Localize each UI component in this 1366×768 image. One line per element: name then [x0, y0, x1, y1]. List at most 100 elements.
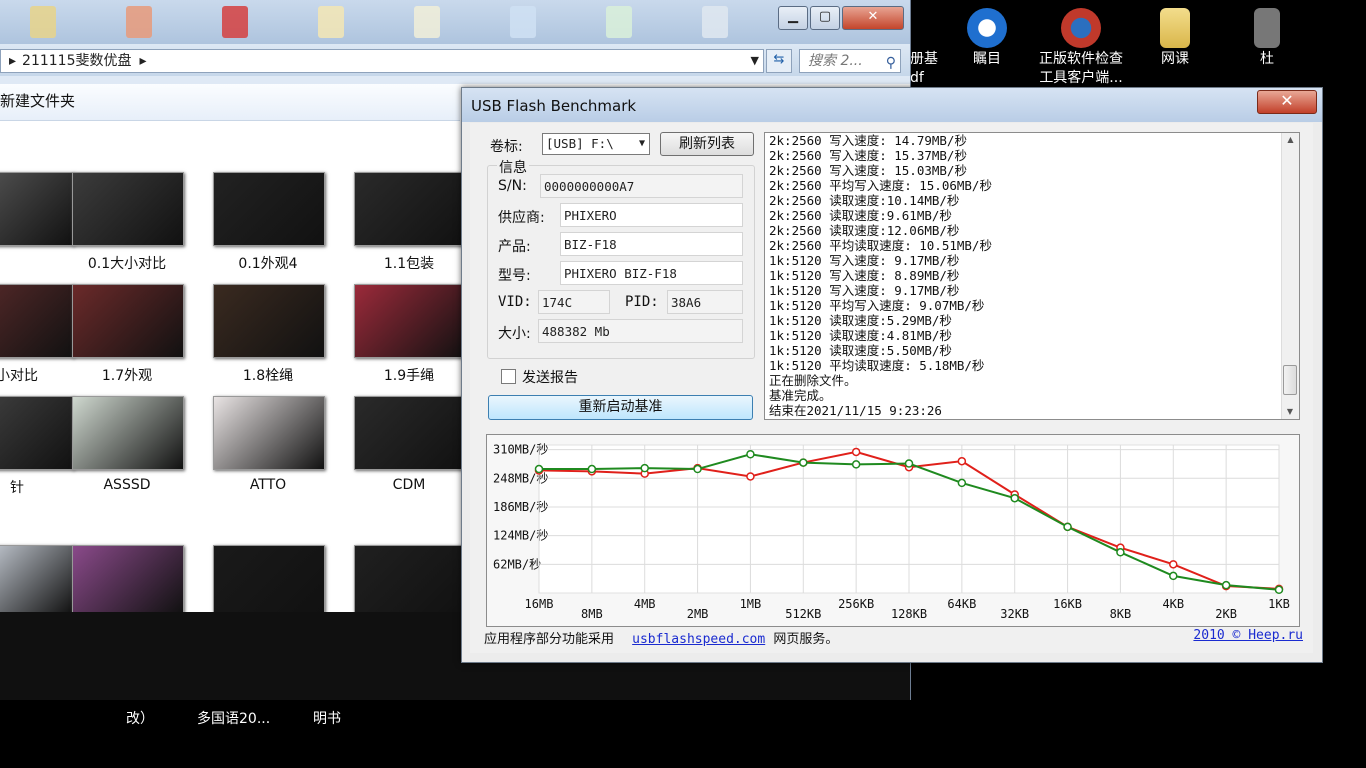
thumbnail-image[interactable]: [354, 545, 466, 613]
close-button[interactable]: ✕: [842, 6, 904, 30]
desktop-bottom-label[interactable]: 改）: [126, 708, 154, 728]
maximize-button[interactable]: ▢: [810, 6, 840, 30]
usbflashspeed-link[interactable]: usbflashspeed.com: [632, 632, 765, 647]
x-tick-label: 8KB: [1110, 607, 1132, 621]
search-placeholder: 搜索 2...: [808, 53, 863, 69]
desktop-icon-label: 杜: [1260, 51, 1274, 67]
x-tick-label: 8MB: [581, 607, 603, 621]
data-point: [693, 464, 702, 474]
log-line: 2k:2560 读取速度:10.14MB/秒: [769, 193, 960, 208]
scroll-thumb[interactable]: [1283, 365, 1297, 395]
data-point: [904, 459, 914, 468]
data-point: [640, 463, 649, 473]
close-button[interactable]: ✕: [1257, 90, 1317, 114]
thumbnail-image[interactable]: [354, 172, 466, 246]
x-tick-label: 4KB: [1162, 597, 1184, 611]
thumbnail-image[interactable]: [354, 396, 466, 470]
x-tick-label: 256KB: [838, 597, 874, 611]
y-tick-label: 124MB/秒: [493, 529, 548, 543]
log-line: 2k:2560 读取速度:12.06MB/秒: [769, 223, 960, 238]
breadcrumb-separator-icon: ▸: [9, 53, 17, 69]
thumbnail-label[interactable]: 1.8栓绳: [208, 365, 328, 385]
refresh-nav-button[interactable]: ⇆: [766, 49, 792, 73]
thumbnail-image[interactable]: [0, 545, 74, 613]
desktop-bottom-label[interactable]: 多国语20...: [197, 708, 270, 728]
breadcrumb[interactable]: 211115斐数优盘: [22, 53, 131, 69]
thumbnail-image[interactable]: [0, 396, 74, 470]
y-tick-label: 186MB/秒: [493, 500, 548, 514]
thumbnail-label[interactable]: 针: [0, 477, 77, 497]
folder-title: 新建文件夹: [0, 84, 460, 121]
volume-select-value: [USB] F:\: [546, 136, 614, 151]
thumbnail-image[interactable]: [354, 284, 466, 358]
benchmark-body: 卷标: [USB] F:\ ▼ 刷新列表 信息 S/N: 0000000000A…: [470, 123, 1313, 653]
file-icon: [222, 6, 248, 38]
thumbnail-image[interactable]: [213, 396, 325, 470]
thumbnail-label[interactable]: ASSSD: [67, 477, 187, 493]
log-scrollbar[interactable]: ▲ ▼: [1281, 133, 1299, 419]
log-line: 1k:5120 读取速度:4.81MB/秒: [769, 328, 952, 343]
speed-chart-svg: 310MB/秒248MB/秒186MB/秒124MB/秒62MB/秒16MB8M…: [493, 443, 1290, 621]
thumbnail-label[interactable]: 小对比: [0, 365, 77, 385]
log-line: 1k:5120 读取速度:5.50MB/秒: [769, 343, 952, 358]
thumbnail-label[interactable]: 1.1包装: [349, 253, 469, 273]
minimize-button[interactable]: ▁: [778, 6, 808, 30]
log-line: 正在删除文件。: [769, 373, 857, 388]
thumbnail-image[interactable]: [0, 172, 74, 246]
chevron-down-icon[interactable]: ▼: [751, 50, 759, 72]
log-line: 1k:5120 写入速度: 9.17MB/秒: [769, 283, 960, 298]
copyright-link[interactable]: 2010 © Heep.ru: [1193, 628, 1303, 643]
address-bar[interactable]: ▸ 211115斐数优盘 ▸ ▼: [0, 49, 764, 73]
scroll-up-icon[interactable]: ▲: [1282, 133, 1299, 147]
file-icon: [126, 6, 152, 38]
file-icon: [510, 6, 536, 38]
restart-benchmark-button[interactable]: 重新启动基准: [488, 395, 753, 420]
volume-select[interactable]: [USB] F:\ ▼: [542, 133, 650, 155]
thumbnail-label[interactable]: CDM: [349, 477, 469, 493]
thumbnail-image[interactable]: [72, 545, 184, 613]
vid-label: VID:: [498, 294, 532, 310]
search-icon[interactable]: ⚲: [886, 52, 896, 74]
folder-title-text: 新建文件夹: [0, 92, 76, 110]
log-line: 1k:5120 平均写入速度: 9.07MB/秒: [769, 298, 985, 313]
status-bar: 应用程序部分功能采用 usbflashspeed.com 网页服务。: [484, 628, 838, 647]
log-line: 1k:5120 写入速度: 9.17MB/秒: [769, 253, 960, 268]
refresh-list-button[interactable]: 刷新列表: [660, 132, 754, 156]
x-tick-label: 2KB: [1215, 607, 1237, 621]
thumbnail-label[interactable]: ATTO: [208, 477, 328, 493]
status-text: 应用程序部分功能采用: [484, 632, 615, 647]
data-point: [746, 450, 755, 459]
send-report-label[interactable]: 发送报告: [522, 367, 578, 387]
log-line: 基准完成。: [769, 388, 832, 403]
search-input[interactable]: 搜索 2... ⚲: [799, 49, 901, 73]
zhumu-app-icon: [967, 8, 1007, 48]
data-point: [1274, 585, 1284, 595]
size-field: 488382 Mb: [538, 319, 743, 343]
thumbnail-image[interactable]: [213, 172, 325, 246]
thumbnail-image[interactable]: [213, 545, 325, 613]
thumbnail-image[interactable]: [72, 284, 184, 358]
log-textarea[interactable]: 2k:2560 写入速度: 14.79MB/秒 2k:2560 写入速度: 15.…: [764, 132, 1300, 420]
desktop-icon-du[interactable]: 杜: [1212, 8, 1322, 69]
data-point: [1221, 580, 1231, 590]
thumbnail-label[interactable]: 1.9手绳: [349, 365, 469, 385]
software-check-icon: [1061, 8, 1101, 48]
thumbnail-image[interactable]: [213, 284, 325, 358]
x-tick-label: 64KB: [947, 597, 976, 611]
benchmark-titlebar: USB Flash Benchmark ✕: [462, 88, 1322, 122]
size-label: 大小:: [498, 326, 531, 342]
scroll-down-icon[interactable]: ▼: [1282, 405, 1298, 419]
data-point: [957, 456, 967, 466]
thumbnail-image[interactable]: [0, 284, 74, 358]
desktop-bottom-label[interactable]: 明书: [313, 708, 341, 728]
product-field: BIZ-F18: [560, 232, 743, 256]
thumbnail-image[interactable]: [72, 172, 184, 246]
send-report-checkbox[interactable]: [501, 369, 516, 384]
log-line: 2k:2560 平均读取速度: 10.51MB/秒: [769, 238, 992, 253]
data-point: [799, 458, 808, 467]
thumbnail-label[interactable]: 0.1外观4: [208, 253, 328, 273]
thumbnail-image[interactable]: [72, 396, 184, 470]
y-tick-label: 310MB/秒: [493, 443, 548, 457]
thumbnail-label[interactable]: 1.7外观: [67, 365, 187, 385]
thumbnail-label[interactable]: 0.1大小对比: [67, 253, 187, 273]
